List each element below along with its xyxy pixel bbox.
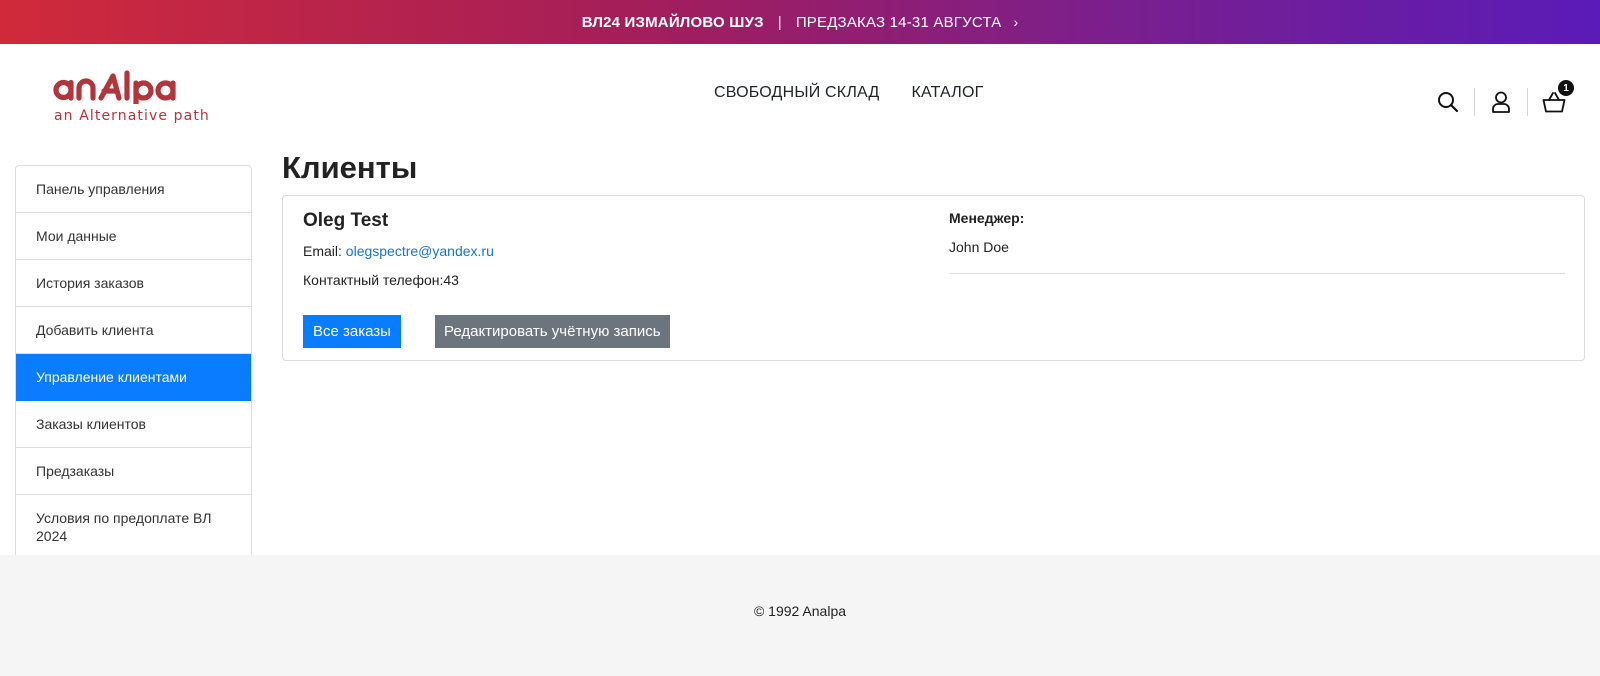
client-email-row: Email: olegspectre@yandex.ru bbox=[303, 243, 494, 259]
promo-separator: | bbox=[777, 13, 782, 31]
logo-tagline: an Alternative path bbox=[54, 108, 210, 124]
header-actions: 1 bbox=[1422, 80, 1580, 118]
sidebar-item-prepayment-terms[interactable]: Условия по предоплате ВЛ 2024 bbox=[16, 495, 251, 559]
client-phone-value: 43 bbox=[443, 272, 459, 288]
nav-catalog[interactable]: КАТАЛОГ bbox=[911, 84, 983, 102]
all-orders-button[interactable]: Все заказы bbox=[303, 315, 401, 348]
sidebar-item-manage-clients[interactable]: Управление клиентами bbox=[16, 354, 251, 401]
sidebar-item-my-data[interactable]: Мои данные bbox=[16, 213, 251, 260]
client-card: Oleg Test Email: olegspectre@yandex.ru К… bbox=[282, 195, 1585, 361]
promo-banner[interactable]: ВЛ24 ИЗМАЙЛОВО ШУЗ | ПРЕДЗАКАЗ 14-31 АВГ… bbox=[0, 0, 1600, 44]
account-button[interactable] bbox=[1475, 86, 1527, 118]
main-navigation: СВОБОДНЫЙ СКЛАД КАТАЛОГ bbox=[714, 84, 984, 102]
nav-free-stock[interactable]: СВОБОДНЫЙ СКЛАД bbox=[714, 84, 879, 102]
footer-copyright: © 1992 Analpa bbox=[753, 603, 847, 619]
client-email-link[interactable]: olegspectre@yandex.ru bbox=[346, 243, 494, 259]
promo-event-title: ВЛ24 ИЗМАЙЛОВО ШУЗ bbox=[581, 13, 764, 31]
sidebar-item-preorders[interactable]: Предзаказы bbox=[16, 448, 251, 495]
account-sidebar: Панель управления Мои данные История зак… bbox=[15, 165, 252, 560]
user-icon bbox=[1492, 91, 1510, 113]
sidebar-item-client-orders[interactable]: Заказы клиентов bbox=[16, 401, 251, 448]
client-email-label: Email: bbox=[303, 243, 342, 259]
edit-account-button[interactable]: Редактировать учётную запись bbox=[435, 315, 670, 348]
manager-label: Менеджер: bbox=[949, 210, 1025, 226]
page-title: Клиенты bbox=[282, 150, 418, 185]
sidebar-item-order-history[interactable]: История заказов bbox=[16, 260, 251, 307]
search-button[interactable] bbox=[1422, 86, 1474, 118]
cart-count-badge: 1 bbox=[1558, 80, 1574, 96]
sidebar-item-dashboard[interactable]: Панель управления bbox=[16, 166, 251, 213]
client-name: Oleg Test bbox=[303, 210, 389, 231]
sidebar-item-add-client[interactable]: Добавить клиента bbox=[16, 307, 251, 354]
logo-wordmark bbox=[53, 70, 176, 104]
chevron-right-icon: › bbox=[1013, 14, 1019, 30]
search-icon bbox=[1438, 92, 1459, 113]
site-header: an Alternative path СВОБОДНЫЙ СКЛАД КАТА… bbox=[0, 44, 1600, 144]
client-phone-label: Контактный телефон: bbox=[303, 272, 444, 288]
client-phone-row: Контактный телефон:43 bbox=[303, 272, 459, 288]
manager-name: John Doe bbox=[949, 239, 1009, 255]
site-footer: © 1992 Analpa bbox=[0, 555, 1600, 676]
cart-button[interactable]: 1 bbox=[1528, 80, 1580, 118]
divider bbox=[949, 273, 1565, 274]
analpa-logo[interactable]: an Alternative path bbox=[52, 70, 212, 126]
promo-text: ПРЕДЗАКАЗ 14-31 АВГУСТА bbox=[795, 13, 1002, 31]
